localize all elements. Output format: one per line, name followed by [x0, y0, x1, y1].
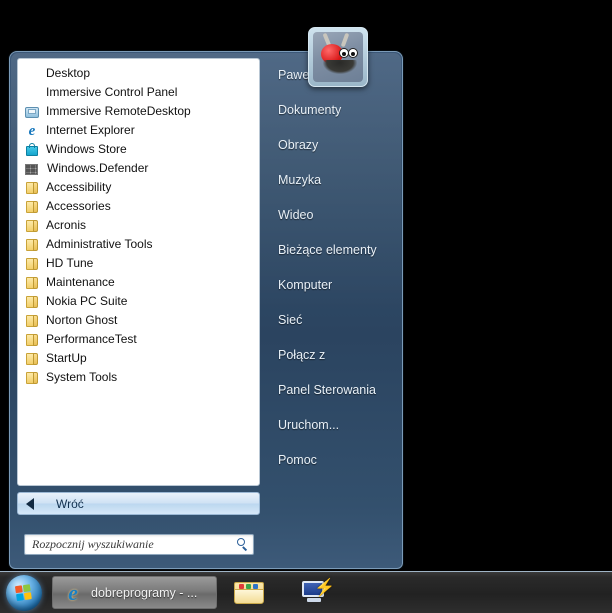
program-list-item-label: System Tools — [46, 370, 118, 384]
folder-icon — [24, 256, 40, 272]
avatar-eye-right-icon — [348, 48, 358, 58]
program-list-item-label: Internet Explorer — [46, 123, 135, 137]
place-item-bie-ce-elementy[interactable]: Bieżące elementy — [268, 233, 396, 268]
place-item-wideo[interactable]: Wideo — [268, 198, 396, 233]
folder-icon — [24, 275, 40, 291]
place-item-panel-sterowania[interactable]: Panel Sterowania — [268, 373, 396, 408]
windows-store-icon — [24, 142, 40, 158]
program-list-item[interactable]: System Tools — [18, 368, 259, 387]
program-list-item-label: PerformanceTest — [46, 332, 137, 346]
remote-desktop-icon — [24, 104, 40, 120]
avatar-legs-icon — [323, 60, 357, 74]
program-list-item[interactable]: Immersive RemoteDesktop — [18, 102, 259, 121]
folder-icon — [24, 332, 40, 348]
program-list-item-label: Windows Store — [46, 142, 127, 156]
program-list-item-label: Administrative Tools — [46, 237, 153, 251]
blank-icon — [24, 66, 40, 82]
search-icon[interactable] — [233, 535, 253, 555]
program-list-item[interactable]: Norton Ghost — [18, 311, 259, 330]
start-menu-panel: Desktop Immersive Control Panel Immersive … — [9, 51, 403, 605]
folder-icon — [24, 199, 40, 215]
windows-logo-icon — [14, 583, 33, 602]
folder-icon — [24, 294, 40, 310]
program-list-item[interactable]: Windows.Defender — [18, 159, 259, 178]
back-button-label: Wróć — [56, 496, 84, 511]
program-list-item-label: Accessibility — [46, 180, 112, 194]
program-list-item[interactable]: e Internet Explorer — [18, 121, 259, 140]
avatar-horn-right-icon — [340, 32, 350, 48]
program-list-item-label: Accessories — [46, 199, 111, 213]
taskbar: e dobreprogramy - ... ⚡ — [0, 571, 612, 613]
program-list-item[interactable]: StartUp — [18, 349, 259, 368]
program-list-item[interactable]: Immersive Control Panel — [18, 83, 259, 102]
windows-defender-icon — [25, 164, 38, 175]
program-list-item-label: Windows.Defender — [47, 161, 149, 175]
program-list-item-label: Acronis — [46, 218, 87, 232]
back-button[interactable]: Wróć — [17, 492, 260, 515]
places-list: Paweł Dokumenty Obrazy Muzyka Wideo Bieżące e… — [268, 58, 396, 478]
network-computer-icon[interactable]: ⚡ — [298, 579, 335, 607]
places-pane: Paweł Dokumenty Obrazy Muzyka Wideo Bieżące e… — [268, 58, 396, 538]
program-list-item[interactable]: Accessories — [18, 197, 259, 216]
desktop-screen: Desktop Immersive Control Panel Immersive … — [0, 0, 612, 613]
folder-icon — [24, 237, 40, 253]
program-list-item[interactable]: Accessibility — [18, 178, 259, 197]
folder-icon — [24, 218, 40, 234]
blank-icon — [24, 85, 40, 101]
taskbar-button-browser[interactable]: e dobreprogramy - ... — [52, 576, 217, 609]
place-item-uruchom[interactable]: Uruchom... — [268, 408, 396, 443]
folder-icon — [24, 370, 40, 386]
program-list-item-label: Norton Ghost — [46, 313, 118, 327]
avatar[interactable] — [308, 27, 368, 87]
place-item-dokumenty[interactable]: Dokumenty — [268, 93, 396, 128]
program-list-item-label: Desktop — [46, 66, 91, 80]
search-box[interactable] — [24, 534, 254, 555]
program-list-item[interactable]: Administrative Tools — [18, 235, 259, 254]
folder-icon — [24, 351, 40, 367]
taskbar-button-label: dobreprogramy - ... — [91, 585, 198, 600]
program-list-item[interactable]: Acronis — [18, 216, 259, 235]
program-list-item-label: Nokia PC Suite — [46, 294, 128, 308]
place-item-pomoc[interactable]: Pomoc — [268, 443, 396, 478]
program-list-item[interactable]: PerformanceTest — [18, 330, 259, 349]
program-list-item[interactable]: Nokia PC Suite — [18, 292, 259, 311]
program-list-item[interactable]: Desktop — [18, 64, 259, 83]
place-item-po-cz-z[interactable]: Połącz z — [268, 338, 396, 373]
place-item-muzyka[interactable]: Muzyka — [268, 163, 396, 198]
internet-explorer-icon: e — [28, 122, 36, 139]
place-item-sie[interactable]: Sieć — [268, 303, 396, 338]
programs-pane[interactable]: Desktop Immersive Control Panel Immersive … — [17, 58, 260, 486]
program-list-item-label: Immersive Control Panel — [46, 85, 178, 99]
place-item-komputer[interactable]: Komputer — [268, 268, 396, 303]
program-list-item[interactable]: Maintenance — [18, 273, 259, 292]
program-list-item[interactable]: Windows Store — [18, 140, 259, 159]
program-list-item-label: Maintenance — [46, 275, 115, 289]
folder-explorer-icon[interactable] — [232, 580, 266, 606]
search-input[interactable] — [25, 537, 233, 552]
place-item-obrazy[interactable]: Obrazy — [268, 128, 396, 163]
program-list-item-label: Immersive RemoteDesktop — [46, 104, 191, 118]
back-arrow-icon — [26, 497, 34, 510]
internet-explorer-icon: e — [68, 579, 78, 605]
program-list-item[interactable]: HD Tune — [18, 254, 259, 273]
avatar-image — [313, 32, 363, 82]
program-list-item-label: HD Tune — [46, 256, 94, 270]
start-orb[interactable] — [6, 575, 42, 611]
programs-list: Desktop Immersive Control Panel Immersive … — [18, 59, 259, 387]
program-list-item-label: StartUp — [46, 351, 87, 365]
folder-icon — [24, 313, 40, 329]
folder-icon — [24, 180, 40, 196]
